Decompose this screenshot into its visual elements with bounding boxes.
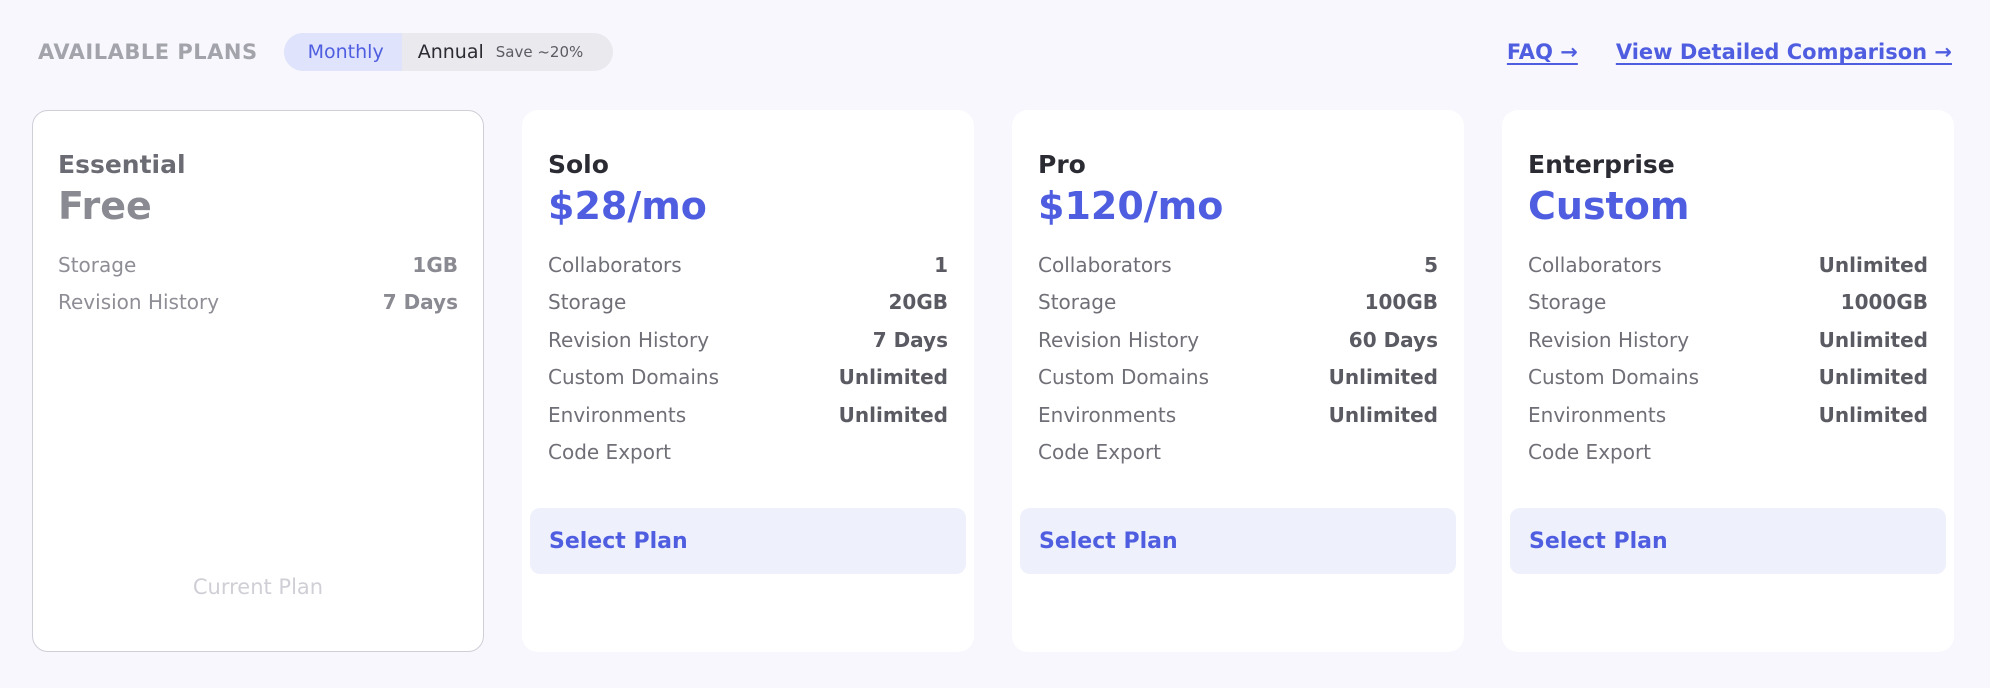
feature-row: Custom Domains Unlimited <box>1038 359 1438 397</box>
feature-row: Collaborators Unlimited <box>1528 246 1928 284</box>
feature-label: Storage <box>1528 290 1607 315</box>
feature-row: Code Export <box>1038 434 1438 472</box>
feature-value: 1 <box>934 252 948 277</box>
plan-price: Custom <box>1528 184 1690 228</box>
toggle-monthly-option[interactable]: Monthly <box>283 33 402 71</box>
plan-price: Free <box>58 184 152 228</box>
feature-value: Unlimited <box>1328 402 1438 427</box>
feature-value: 1GB <box>412 252 458 277</box>
feature-label: Environments <box>1038 402 1177 427</box>
feature-row: Storage 1GB <box>58 246 458 284</box>
feature-value: Unlimited <box>1818 252 1928 277</box>
feature-label: Revision History <box>548 327 710 352</box>
feature-row: Storage 20GB <box>548 284 948 322</box>
feature-label: Environments <box>548 402 687 427</box>
plan-cards: Essential Free Storage 1GB Revision Hist… <box>32 110 1954 652</box>
plans-header: AVAILABLE PLANS Monthly Annual Save ~20%… <box>32 32 1952 72</box>
feature-label: Collaborators <box>1038 252 1172 277</box>
feature-row: Environments Unlimited <box>548 396 948 434</box>
feature-row: Environments Unlimited <box>1528 396 1928 434</box>
feature-label: Environments <box>1528 402 1667 427</box>
feature-row: Revision History 7 Days <box>548 321 948 359</box>
feature-value: 20GB <box>888 290 949 315</box>
select-plan-button-pro[interactable]: Select Plan <box>1020 508 1456 574</box>
feature-label: Storage <box>548 290 627 315</box>
select-plan-button-enterprise[interactable]: Select Plan <box>1510 508 1946 574</box>
feature-list: Collaborators 5 Storage 100GB Revision H… <box>1038 246 1438 471</box>
feature-label: Code Export <box>548 440 672 465</box>
feature-value: 60 Days <box>1348 327 1438 352</box>
plan-card-essential: Essential Free Storage 1GB Revision Hist… <box>32 110 484 652</box>
feature-value: Unlimited <box>1328 365 1438 390</box>
feature-row: Custom Domains Unlimited <box>1528 359 1928 397</box>
header-links: FAQ → View Detailed Comparison → <box>1469 40 1952 64</box>
feature-label: Collaborators <box>548 252 682 277</box>
feature-value: Unlimited <box>838 365 948 390</box>
feature-value: 1000GB <box>1840 290 1928 315</box>
feature-row: Collaborators 5 <box>1038 246 1438 284</box>
feature-value: 5 <box>1424 252 1438 277</box>
pricing-page: AVAILABLE PLANS Monthly Annual Save ~20%… <box>0 0 1990 688</box>
feature-row: Custom Domains Unlimited <box>548 359 948 397</box>
feature-value: Unlimited <box>1818 327 1928 352</box>
feature-label: Revision History <box>1528 327 1690 352</box>
feature-value: Unlimited <box>838 402 948 427</box>
feature-value: Unlimited <box>1818 402 1928 427</box>
select-plan-button-solo[interactable]: Select Plan <box>530 508 966 574</box>
toggle-annual-option[interactable]: Annual Save ~20% <box>402 33 614 71</box>
feature-list: Collaborators Unlimited Storage 1000GB R… <box>1528 246 1928 471</box>
section-title: AVAILABLE PLANS <box>38 40 258 64</box>
annual-savings-badge: Save ~20% <box>495 43 584 61</box>
feature-row: Revision History 60 Days <box>1038 321 1438 359</box>
billing-toggle: Monthly Annual Save ~20% <box>283 33 614 71</box>
feature-label: Revision History <box>1038 327 1200 352</box>
plan-name: Essential <box>58 150 186 179</box>
feature-row: Storage 1000GB <box>1528 284 1928 322</box>
toggle-annual-label: Annual <box>417 41 484 63</box>
feature-list: Storage 1GB Revision History 7 Days <box>58 246 458 321</box>
current-plan-label: Current Plan <box>192 575 324 599</box>
feature-value: 100GB <box>1364 290 1438 315</box>
feature-value: 7 Days <box>382 290 458 315</box>
plan-name: Enterprise <box>1528 150 1675 179</box>
feature-row: Storage 100GB <box>1038 284 1438 322</box>
plan-card-solo: Solo $28/mo Collaborators 1 Storage 20GB… <box>522 110 974 652</box>
feature-label: Collaborators <box>1528 252 1662 277</box>
feature-list: Collaborators 1 Storage 20GB Revision Hi… <box>548 246 948 471</box>
feature-row: Revision History Unlimited <box>1528 321 1928 359</box>
plan-price: $28/mo <box>548 184 707 228</box>
feature-row: Code Export <box>1528 434 1928 472</box>
feature-row: Environments Unlimited <box>1038 396 1438 434</box>
detailed-comparison-link[interactable]: View Detailed Comparison → <box>1616 40 1952 64</box>
plan-price: $120/mo <box>1038 184 1224 228</box>
feature-value: Unlimited <box>1818 365 1928 390</box>
feature-label: Revision History <box>58 290 220 315</box>
feature-label: Code Export <box>1038 440 1162 465</box>
feature-row: Collaborators 1 <box>548 246 948 284</box>
feature-label: Code Export <box>1528 440 1652 465</box>
feature-label: Storage <box>1038 290 1117 315</box>
feature-row: Code Export <box>548 434 948 472</box>
plan-card-pro: Pro $120/mo Collaborators 5 Storage 100G… <box>1012 110 1464 652</box>
feature-label: Custom Domains <box>1038 365 1210 390</box>
feature-label: Custom Domains <box>548 365 720 390</box>
feature-label: Storage <box>58 252 137 277</box>
plan-name: Solo <box>548 150 609 179</box>
plan-card-enterprise: Enterprise Custom Collaborators Unlimite… <box>1502 110 1954 652</box>
feature-row: Revision History 7 Days <box>58 284 458 322</box>
header-left: AVAILABLE PLANS Monthly Annual Save ~20% <box>32 33 614 71</box>
feature-value: 7 Days <box>872 327 948 352</box>
plan-name: Pro <box>1038 150 1086 179</box>
feature-label: Custom Domains <box>1528 365 1700 390</box>
faq-link[interactable]: FAQ → <box>1507 40 1578 64</box>
